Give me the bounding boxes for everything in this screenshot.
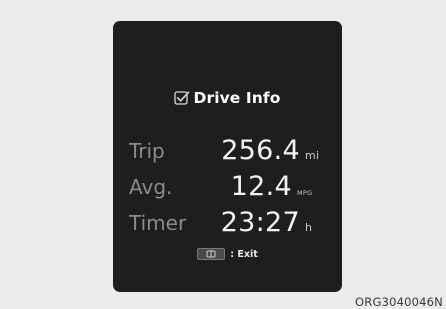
button-key-icon xyxy=(197,248,226,260)
timer-row: Timer 23:27 h xyxy=(113,208,342,238)
trip-value-group: 256.4 mi xyxy=(221,136,321,166)
trip-row: Trip 256.4 mi xyxy=(113,136,342,166)
drive-info-title: Drive Info xyxy=(193,89,281,107)
trip-value: 256.4 xyxy=(221,135,300,166)
timer-label: Timer xyxy=(129,211,187,235)
timer-unit: h xyxy=(305,221,313,234)
timer-value-group: 23:27 h xyxy=(221,208,313,238)
average-unit: MPG xyxy=(297,189,313,197)
timer-value: 23:27 xyxy=(220,207,300,238)
average-row: Avg. 12.4 MPG xyxy=(113,172,342,202)
cluster-display-panel: Drive Info Trip 256.4 mi Avg. 12.4 MPG T… xyxy=(113,21,342,292)
trip-label: Trip xyxy=(129,139,165,163)
exit-hint: : Exit xyxy=(113,247,342,261)
average-value-group: 12.4 MPG xyxy=(231,172,313,202)
check-icon xyxy=(174,90,190,106)
drive-info-header: Drive Info xyxy=(113,89,342,107)
exit-label: : Exit xyxy=(230,248,258,260)
average-value: 12.4 xyxy=(230,171,292,202)
trip-unit: mi xyxy=(305,149,320,162)
average-label: Avg. xyxy=(129,175,173,199)
